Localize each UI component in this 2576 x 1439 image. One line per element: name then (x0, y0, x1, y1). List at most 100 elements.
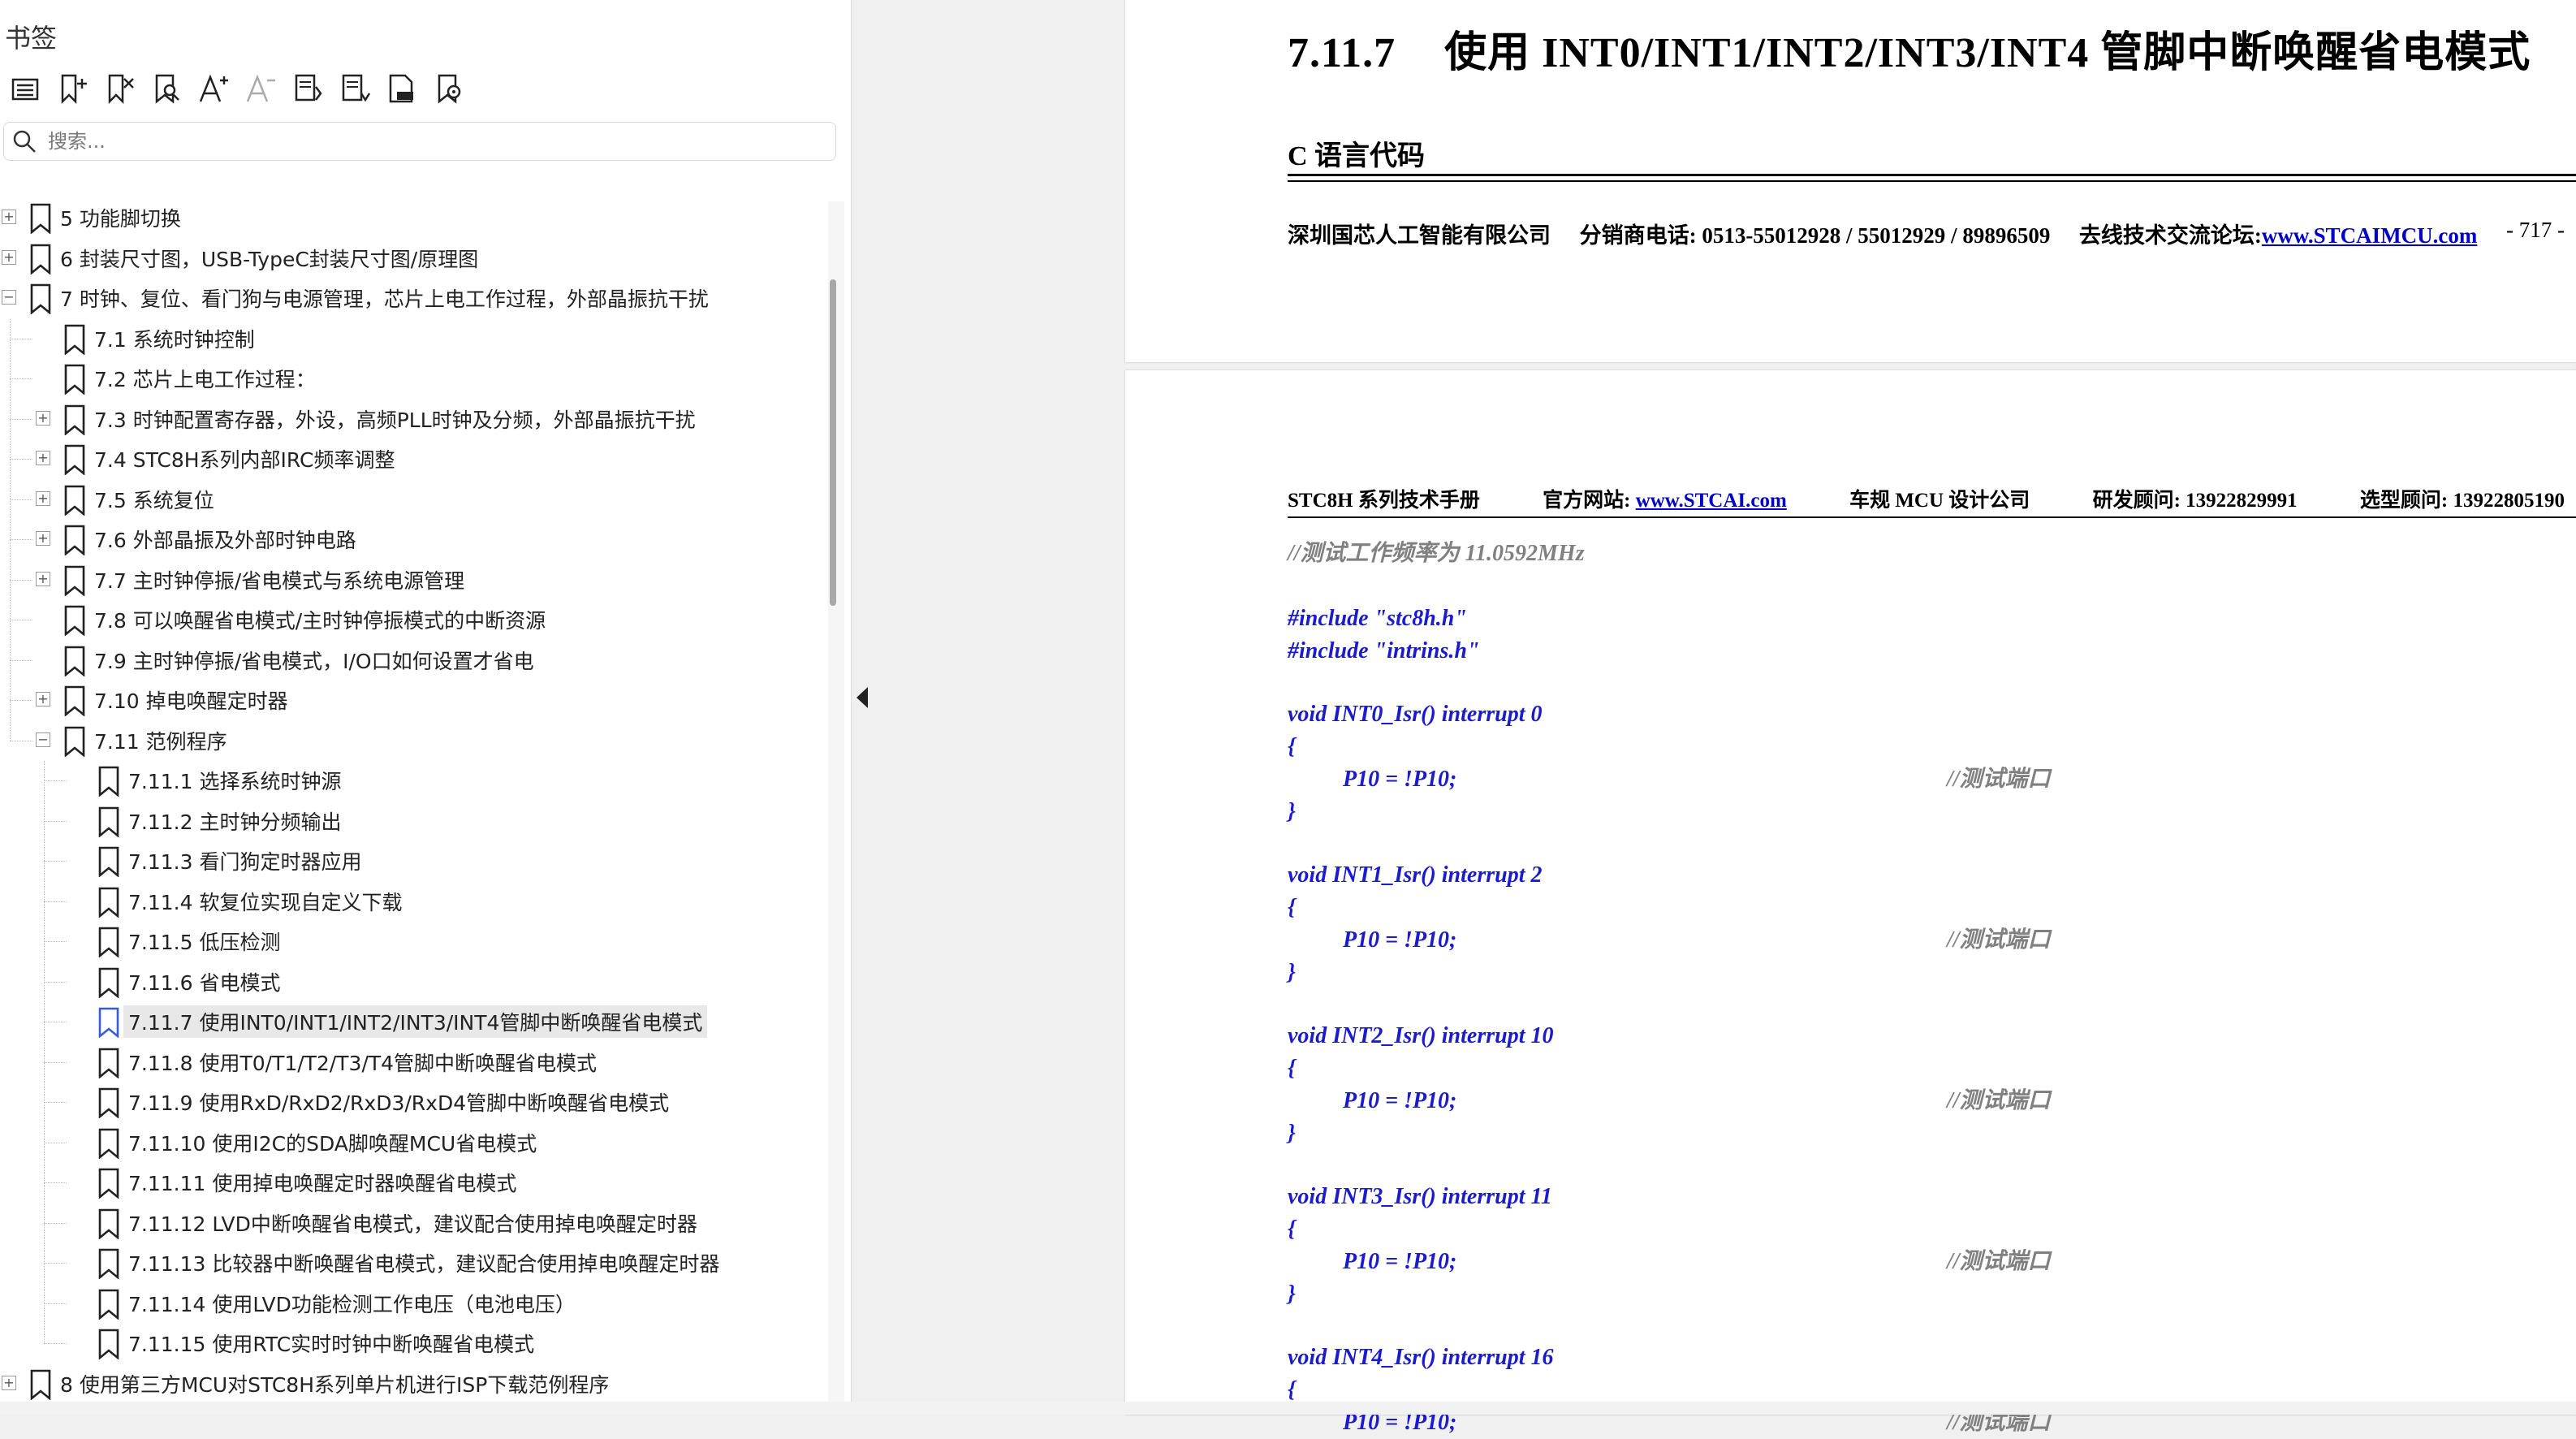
bookmark-item[interactable]: 7.11.4 软复位实现自定义下载 (0, 882, 812, 919)
expand-icon[interactable]: + (36, 490, 50, 506)
collapse-icon[interactable]: − (36, 732, 50, 747)
tree-guide (44, 861, 67, 862)
bookmark-icon (63, 685, 86, 717)
bookmark-icon (63, 605, 86, 637)
footer-phone: 分销商电话: 0513-55012928 / 55012929 / 898965… (1579, 223, 2051, 248)
tree-guide (10, 318, 11, 741)
collapse-icon[interactable]: − (2, 290, 16, 305)
tree-guide (44, 1102, 67, 1103)
code-statement: P10 = !P10; (1343, 767, 1457, 792)
tree-guide (44, 1061, 67, 1063)
bookmark-item[interactable]: − 7.11 范例程序 (0, 721, 812, 758)
bookmark-item[interactable]: 7.11.3 看门狗定时器应用 (0, 841, 812, 879)
bookmark-properties-icon[interactable] (383, 70, 421, 107)
bookmark-item[interactable]: +7.4 STC8H系列内部IRC频率调整 (0, 439, 812, 477)
code-brace: } (1288, 799, 1296, 824)
bookmark-icon (97, 1087, 120, 1119)
header-consult: 研发顾问: 13922829991 (2092, 490, 2298, 512)
bookmark-item[interactable]: 7.11.6 省电模式 (0, 962, 812, 1000)
bookmark-icon (63, 444, 86, 476)
search-input[interactable] (46, 129, 780, 153)
panel-title: 书签 (5, 23, 58, 54)
bookmark-label: 7.11.9 使用RxD/RxD2/RxD3/RxD4管脚中断唤醒省电模式 (128, 1091, 670, 1115)
bookmark-item[interactable]: +7.6 外部晶振及外部时钟电路 (0, 520, 812, 557)
bookmark-label: 7.7 主时钟停振/省电模式与系统电源管理 (94, 568, 465, 593)
expand-icon[interactable]: + (2, 1375, 16, 1390)
expand-all-icon[interactable] (289, 70, 326, 107)
expand-icon[interactable]: + (2, 249, 16, 265)
tree-guide (44, 1343, 67, 1344)
increase-font-icon[interactable] (195, 70, 232, 107)
bookmark-item[interactable]: +7.3 时钟配置寄存器，外设，高频PLL时钟及分频，外部晶振抗干扰 (0, 400, 812, 437)
bookmark-item[interactable]: 7.11.5 低压检测 (0, 922, 812, 959)
footer-forum-link[interactable]: www.STCAIMCU.com (2262, 223, 2478, 248)
bookmark-item[interactable]: 7.11.14 使用LVD功能检测工作电压（电池电压） (0, 1284, 812, 1321)
bookmark-label: 7.11.13 比较器中断唤醒省电模式，建议配合使用掉电唤醒定时器 (128, 1252, 720, 1276)
bookmark-icon (97, 1048, 120, 1079)
tree-guide (10, 659, 32, 661)
bookmark-item[interactable]: 7.11.11 使用掉电唤醒定时器唤醒省电模式 (0, 1163, 812, 1200)
bookmark-item[interactable]: +7.10 掉电唤醒定时器 (0, 681, 812, 718)
bookmark-item[interactable]: 7.1 系统时钟控制 (0, 319, 812, 357)
bookmark-item[interactable]: 7.11.12 LVD中断唤醒省电模式，建议配合使用掉电唤醒定时器 (0, 1203, 812, 1241)
tree-guide (44, 1303, 67, 1304)
expand-icon[interactable]: + (36, 571, 50, 586)
collapse-panel-icon[interactable] (857, 687, 868, 708)
bookmark-label: 8 使用第三方MCU对STC8H系列单片机进行ISP下载范例程序 (60, 1372, 610, 1397)
header-site-link[interactable]: www.STCAI.com (1636, 490, 1787, 512)
delete-bookmark-icon[interactable] (101, 70, 138, 107)
bookmark-item[interactable]: +7.7 主时钟停振/省电模式与系统电源管理 (0, 560, 812, 598)
bookmark-label: 7.11.10 使用I2C的SDA脚唤醒MCU省电模式 (128, 1131, 537, 1156)
bookmark-item[interactable]: +7.5 系统复位 (0, 480, 812, 517)
status-strip (0, 1402, 2576, 1415)
tree-guide (10, 459, 32, 460)
bookmark-item[interactable]: 7.11.9 使用RxD/RxD2/RxD3/RxD4管脚中断唤醒省电模式 (0, 1082, 812, 1120)
bookmark-item[interactable]: +6 封装尺寸图，USB-TypeC封装尺寸图/原理图 (0, 239, 812, 276)
bookmark-item[interactable]: 7.9 主时钟停振/省电模式，I/O口如何设置才省电 (0, 641, 812, 678)
collapse-all-icon[interactable] (336, 70, 373, 107)
expand-icon[interactable]: + (36, 410, 50, 426)
tree-guide (44, 780, 67, 781)
bookmark-label: 7.4 STC8H系列内部IRC频率调整 (94, 448, 395, 472)
bookmarks-panel: 书签 搜索... + 5 功能脚切换 + 6 封装尺寸图，USB-TypeC封装… (0, 0, 852, 1415)
divider (1288, 174, 2576, 176)
bookmark-item[interactable]: +8 使用第三方MCU对STC8H系列单片机进行ISP下载范例程序 (0, 1364, 812, 1402)
bookmark-item[interactable]: 7.11.2 主时钟分频输出 (0, 802, 812, 839)
code-brace: } (1288, 960, 1296, 985)
bookmark-label: 7.1 系统时钟控制 (94, 327, 255, 352)
bookmark-item[interactable]: 7.11.8 使用T0/T1/T2/T3/T4管脚中断唤醒省电模式 (0, 1043, 812, 1080)
bookmark-item[interactable]: 7.11.15 使用RTC实时时钟中断唤醒省电模式 (0, 1324, 812, 1361)
bookmark-item[interactable]: 7.2 芯片上电工作过程： (0, 359, 812, 396)
bookmark-label: 7.8 可以唤醒省电模式/主时钟停振模式的中断资源 (94, 609, 546, 633)
tree-scrollbar-thumb[interactable] (830, 279, 836, 606)
add-bookmark-icon[interactable] (54, 70, 91, 107)
bookmark-item[interactable]: 7.11.13 比较器中断唤醒省电模式，建议配合使用掉电唤醒定时器 (0, 1243, 812, 1281)
tree-guide (10, 700, 32, 701)
code-statement: P10 = !P10; (1343, 927, 1457, 953)
bookmark-item[interactable]: 7.8 可以唤醒省电模式/主时钟停振模式的中断资源 (0, 600, 812, 637)
bookmark-item[interactable]: 7.11.10 使用I2C的SDA脚唤醒MCU省电模式 (0, 1123, 812, 1160)
bookmark-tree: +5 功能脚切换 +6 封装尺寸图，USB-TypeC封装尺寸图/原理图 −7 时钟… (0, 198, 812, 1415)
divider (1288, 516, 2576, 518)
decrease-font-icon[interactable] (242, 70, 279, 107)
expand-icon[interactable]: + (36, 531, 50, 546)
tree-guide (44, 941, 67, 942)
bookmark-settings-icon[interactable] (430, 70, 468, 107)
code-comment: //测试端口 (1947, 767, 2051, 792)
bookmark-item[interactable]: 7.11.7 使用INT0/INT1/INT2/INT3/INT4管脚中断唤醒省… (0, 1002, 812, 1039)
bookmark-icon (97, 1289, 120, 1320)
tree-guide (44, 761, 45, 1343)
code-brace: } (1288, 1121, 1296, 1146)
bookmark-label: 7.11.8 使用T0/T1/T2/T3/T4管脚中断唤醒省电模式 (128, 1051, 598, 1075)
bookmark-icon (29, 283, 52, 315)
search-box[interactable] (3, 122, 836, 161)
find-bookmark-icon[interactable] (148, 70, 185, 107)
bookmark-item[interactable]: − 7 时钟、复位、看门狗与电源管理，芯片上电工作过程，外部晶振抗干扰 (0, 279, 812, 316)
bookmark-list-icon[interactable] (6, 70, 44, 107)
expand-icon[interactable]: + (36, 692, 50, 707)
expand-icon[interactable]: + (36, 451, 50, 465)
bookmark-item[interactable]: +5 功能脚切换 (0, 198, 812, 236)
bookmark-icon (63, 324, 86, 356)
bookmark-item[interactable]: 7.11.1 选择系统时钟源 (0, 761, 812, 798)
expand-icon[interactable]: + (2, 210, 16, 224)
